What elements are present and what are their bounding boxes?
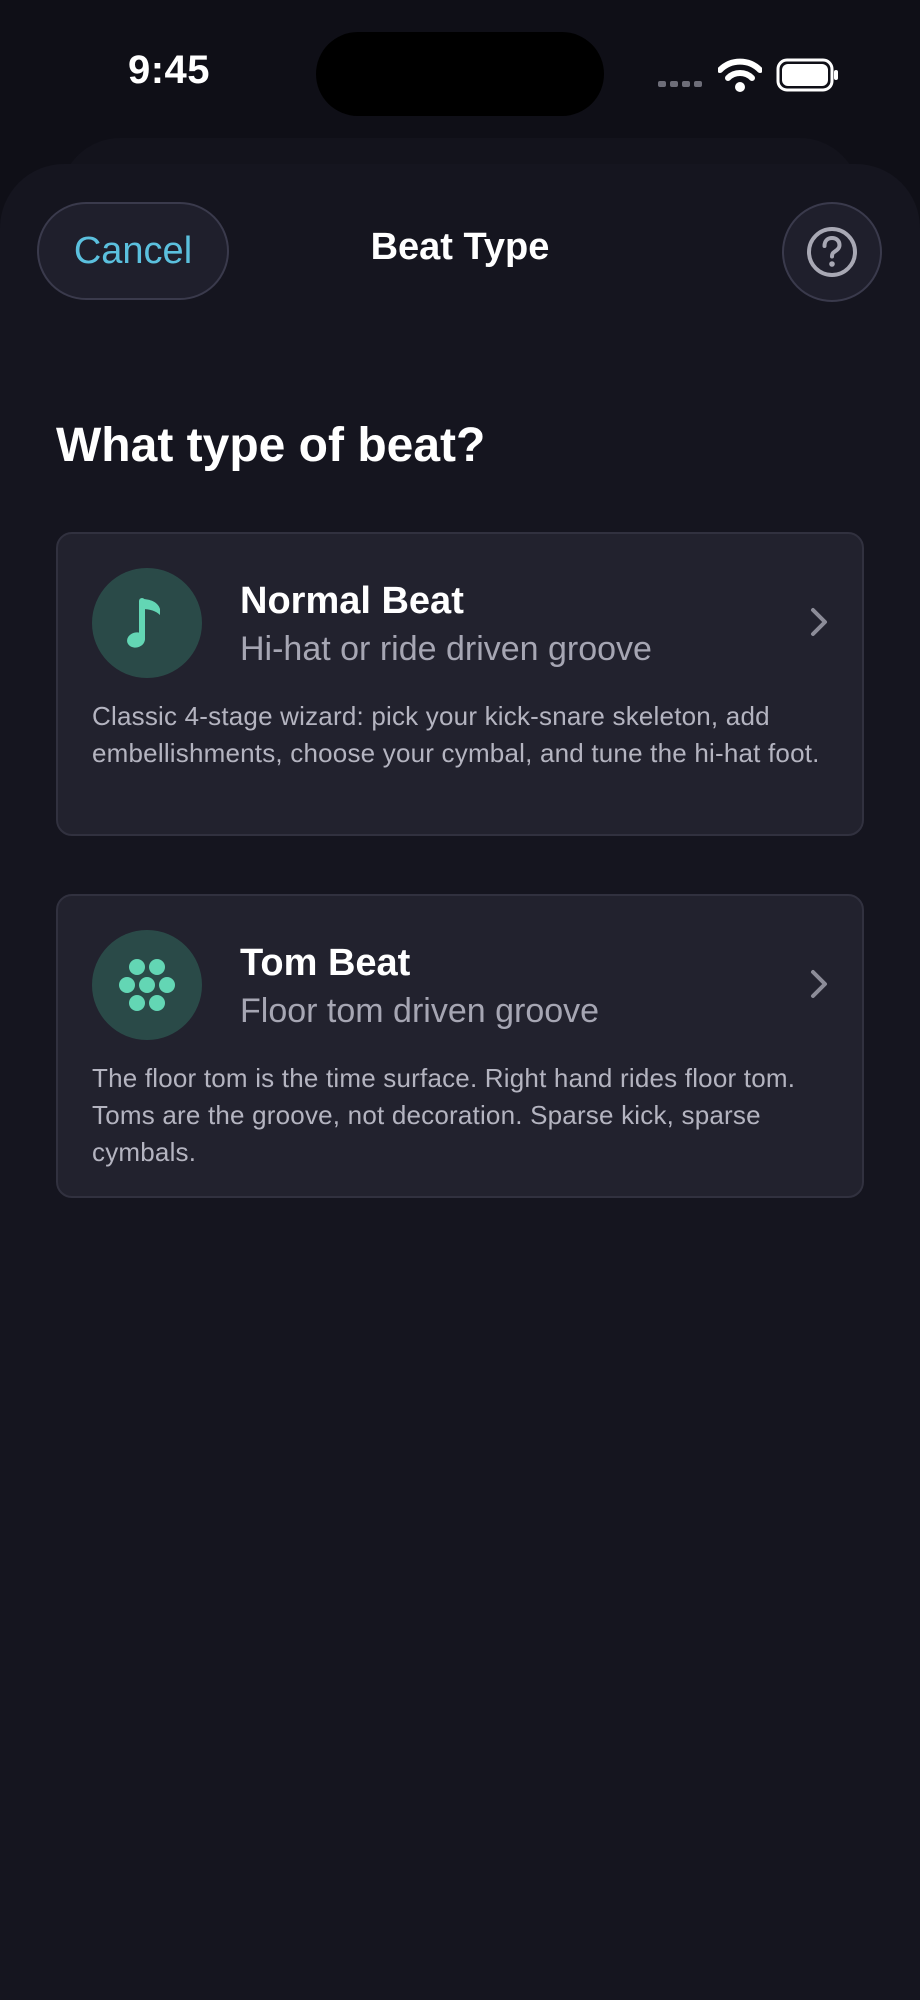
page-title: Beat Type [370, 226, 550, 268]
dynamic-island [316, 32, 604, 116]
section-heading: What type of beat? [56, 419, 486, 472]
chevron-right-icon [811, 608, 827, 636]
battery-icon [776, 58, 838, 92]
card-description: The floor tom is the time surface. Right… [92, 1063, 796, 1167]
card-title: Tom Beat [240, 942, 411, 984]
card-subtitle: Floor tom driven groove [240, 992, 600, 1030]
normal-beat-card[interactable]: Normal Beat Hi-hat or ride driven groove… [56, 532, 864, 836]
card-description: Classic 4-stage wizard: pick your kick-s… [92, 701, 820, 768]
question-circle-icon [807, 227, 857, 277]
card-title: Normal Beat [240, 580, 464, 622]
card-icon-circle [92, 930, 202, 1040]
status-bar: 9:45 [0, 0, 920, 140]
chevron-right-icon [811, 970, 827, 998]
wifi-icon [718, 58, 762, 92]
status-time: 9:45 [127, 48, 211, 92]
tom-beat-card[interactable]: Tom Beat Floor tom driven groove The flo… [56, 894, 864, 1198]
card-subtitle: Hi-hat or ride driven groove [240, 630, 652, 668]
music-note-icon [127, 598, 160, 648]
card-icon-circle [92, 568, 202, 678]
drum-cluster-icon [119, 959, 175, 1011]
cancel-button-label: Cancel [73, 229, 193, 272]
cancel-button[interactable]: Cancel [37, 202, 229, 300]
signal-icon [658, 81, 702, 87]
help-button[interactable] [782, 202, 882, 302]
